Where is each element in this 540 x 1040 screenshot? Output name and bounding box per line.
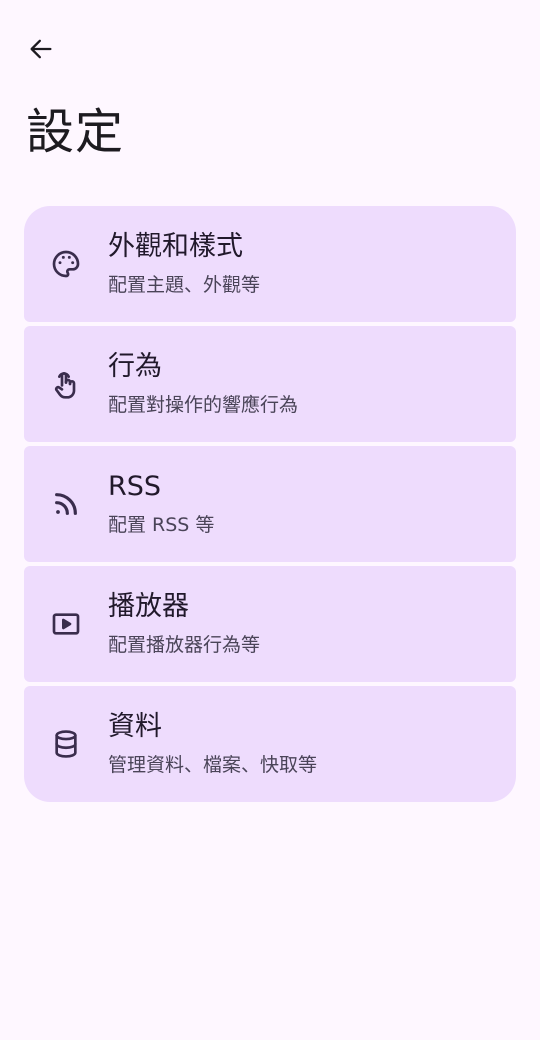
settings-item-player[interactable]: 播放器 配置播放器行為等 — [24, 566, 516, 682]
settings-item-behavior[interactable]: 行為 配置對操作的響應行為 — [24, 326, 516, 442]
touch-icon — [50, 368, 82, 400]
settings-item-rss[interactable]: RSS 配置 RSS 等 — [24, 446, 516, 562]
page-title: 設定 — [26, 104, 125, 160]
settings-item-title: RSS — [108, 471, 162, 502]
settings-list: 外觀和樣式 配置主題、外觀等 行為 配置對操作的響應行為 RSS 配置 RSS … — [24, 206, 516, 802]
settings-item-title: 行為 — [108, 351, 162, 382]
palette-icon — [50, 248, 82, 280]
database-icon — [50, 728, 82, 760]
top-app-bar — [0, 0, 540, 96]
settings-item-appearance[interactable]: 外觀和樣式 配置主題、外觀等 — [24, 206, 516, 322]
settings-item-title: 資料 — [108, 711, 162, 742]
settings-item-subtitle: 管理資料、檔案、快取等 — [108, 754, 318, 776]
settings-item-subtitle: 配置主題、外觀等 — [108, 274, 261, 296]
arrow-left-icon — [30, 39, 52, 59]
rss-icon — [50, 488, 82, 520]
settings-item-subtitle: 配置播放器行為等 — [108, 634, 261, 656]
play-icon — [50, 608, 82, 640]
settings-item-data[interactable]: 資料 管理資料、檔案、快取等 — [24, 686, 516, 802]
settings-item-subtitle: 配置 RSS 等 — [108, 514, 215, 536]
settings-item-subtitle: 配置對操作的響應行為 — [108, 394, 299, 416]
back-button[interactable] — [18, 26, 64, 72]
settings-item-title: 外觀和樣式 — [108, 231, 243, 262]
settings-item-title: 播放器 — [108, 591, 189, 622]
